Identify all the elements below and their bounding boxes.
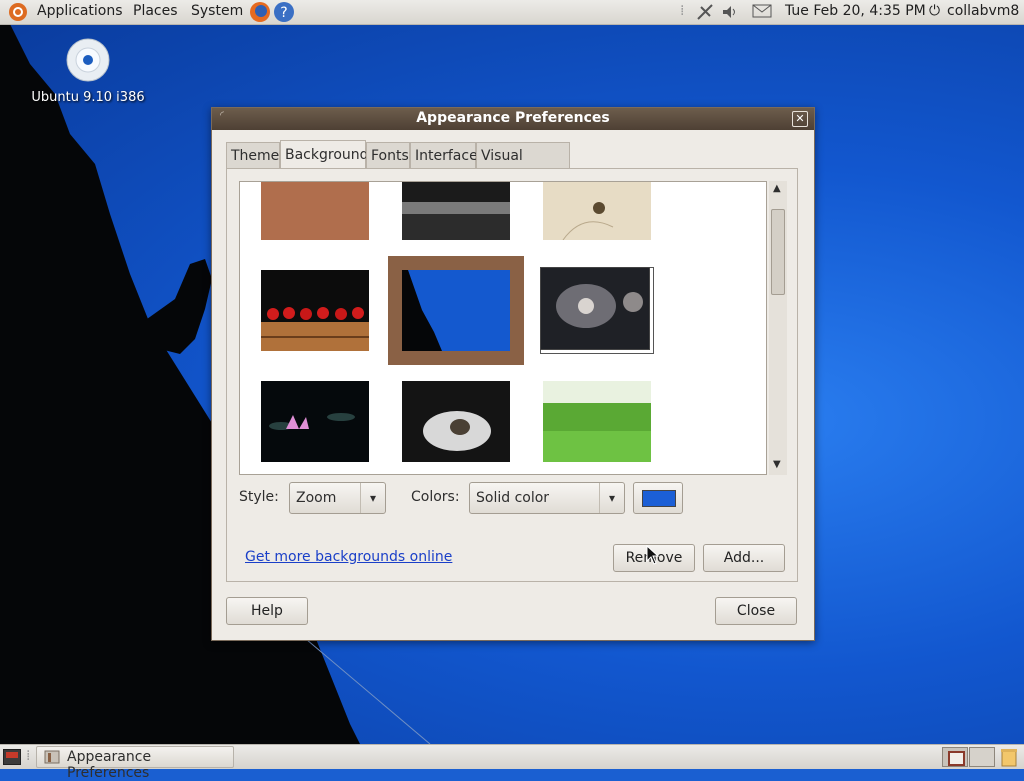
- tab-theme[interactable]: Theme: [226, 142, 280, 168]
- cd-icon: [66, 38, 110, 82]
- scroll-down-icon[interactable]: ▼: [773, 459, 781, 470]
- wallpaper-thumb-lotus[interactable]: [261, 381, 369, 462]
- preferences-icon: [43, 749, 61, 769]
- mouse-cursor-icon: [646, 545, 660, 565]
- chevron-down-icon: ▾: [360, 483, 385, 513]
- trash-icon[interactable]: [998, 747, 1020, 767]
- wallpaper-thumb-grass[interactable]: [543, 381, 651, 462]
- title-bar[interactable]: ◜ Appearance Preferences ✕: [212, 108, 814, 130]
- tab-background[interactable]: Background: [280, 140, 369, 169]
- tab-visual-effects[interactable]: Visual Effects: [476, 142, 570, 190]
- get-more-backgrounds-link[interactable]: Get more backgrounds online: [245, 549, 452, 565]
- colors-dropdown[interactable]: Solid color ▾: [469, 482, 625, 514]
- firefox-icon[interactable]: [249, 1, 271, 27]
- menu-places[interactable]: Places: [133, 3, 178, 19]
- appearance-preferences-dialog: ◜ Appearance Preferences ✕ Theme Backgro…: [211, 107, 815, 641]
- network-icon[interactable]: [696, 3, 714, 25]
- separator-icon: ⁞: [680, 3, 685, 19]
- mail-icon[interactable]: [752, 3, 772, 23]
- menu-applications[interactable]: Applications: [37, 3, 123, 19]
- colors-value: Solid color: [476, 490, 550, 506]
- wallpaper-thumb-brown[interactable]: [261, 182, 369, 240]
- taskbar-window-appearance[interactable]: Appearance Preferences: [36, 746, 234, 781]
- user-name[interactable]: collabvm8: [947, 3, 1019, 19]
- style-dropdown[interactable]: Zoom ▾: [289, 482, 386, 514]
- workspace-1[interactable]: [942, 747, 968, 767]
- wallpaper-thumb-galaxy[interactable]: [540, 267, 650, 350]
- wallpaper-thumb-selected-frame[interactable]: [388, 256, 524, 365]
- chevron-down-icon: ▾: [599, 483, 624, 513]
- help-button[interactable]: Help: [226, 597, 308, 625]
- color-picker-button[interactable]: [633, 482, 683, 514]
- wallpaper-thumb-butterfly[interactable]: [543, 182, 651, 240]
- background-tab-panel: ▲ ▼ Style: Zoom ▾ Colors: Solid color ▾ …: [226, 168, 798, 582]
- bottom-panel: ⁞ Appearance Preferences: [0, 744, 1024, 781]
- wallpaper-gallery[interactable]: [239, 181, 767, 475]
- ubuntu-logo-icon: [8, 2, 28, 26]
- desktop-icon-ubuntu-cd[interactable]: Ubuntu 9.10 i386: [30, 38, 146, 105]
- style-value: Zoom: [296, 490, 337, 506]
- wallpaper-thumb-cherries[interactable]: [261, 270, 369, 351]
- volume-icon[interactable]: [721, 3, 739, 25]
- wallpaper-thumb-climber[interactable]: [402, 270, 510, 351]
- tab-fonts[interactable]: Fonts: [366, 142, 410, 168]
- close-icon[interactable]: ✕: [792, 111, 808, 127]
- wallpaper-thumb-galaxy-stack[interactable]: [540, 267, 654, 354]
- desktop-icon-label: Ubuntu 9.10 i386: [31, 90, 145, 105]
- svg-text:?: ?: [280, 5, 287, 21]
- power-icon[interactable]: ⏻: [929, 3, 940, 19]
- menu-system[interactable]: System: [191, 3, 243, 19]
- color-swatch: [642, 490, 676, 507]
- clock[interactable]: Tue Feb 20, 4:35 PM: [785, 3, 926, 19]
- scrollbar-thumb[interactable]: [771, 209, 785, 295]
- add-button[interactable]: Add...: [703, 544, 785, 572]
- style-label: Style:: [239, 489, 279, 505]
- top-panel: Applications Places System ? ⁞ Tue Feb 2…: [0, 0, 1024, 25]
- scroll-up-icon[interactable]: ▲: [773, 183, 781, 194]
- tab-interface[interactable]: Interface: [410, 142, 478, 168]
- separator-icon: ⁞: [26, 748, 31, 764]
- workspace-2[interactable]: [969, 747, 995, 767]
- window-title: Appearance Preferences: [416, 110, 610, 126]
- wallpaper-thumb-hands[interactable]: [402, 381, 510, 462]
- close-button[interactable]: Close: [715, 597, 797, 625]
- gallery-scrollbar[interactable]: ▲ ▼: [769, 181, 787, 475]
- taskbar-window-label: Appearance Preferences: [67, 749, 152, 781]
- help-icon[interactable]: ?: [273, 1, 295, 27]
- wallpaper-thumb-dusk-sea[interactable]: [402, 182, 510, 240]
- show-desktop-icon[interactable]: [3, 749, 21, 765]
- colors-label: Colors:: [411, 489, 460, 505]
